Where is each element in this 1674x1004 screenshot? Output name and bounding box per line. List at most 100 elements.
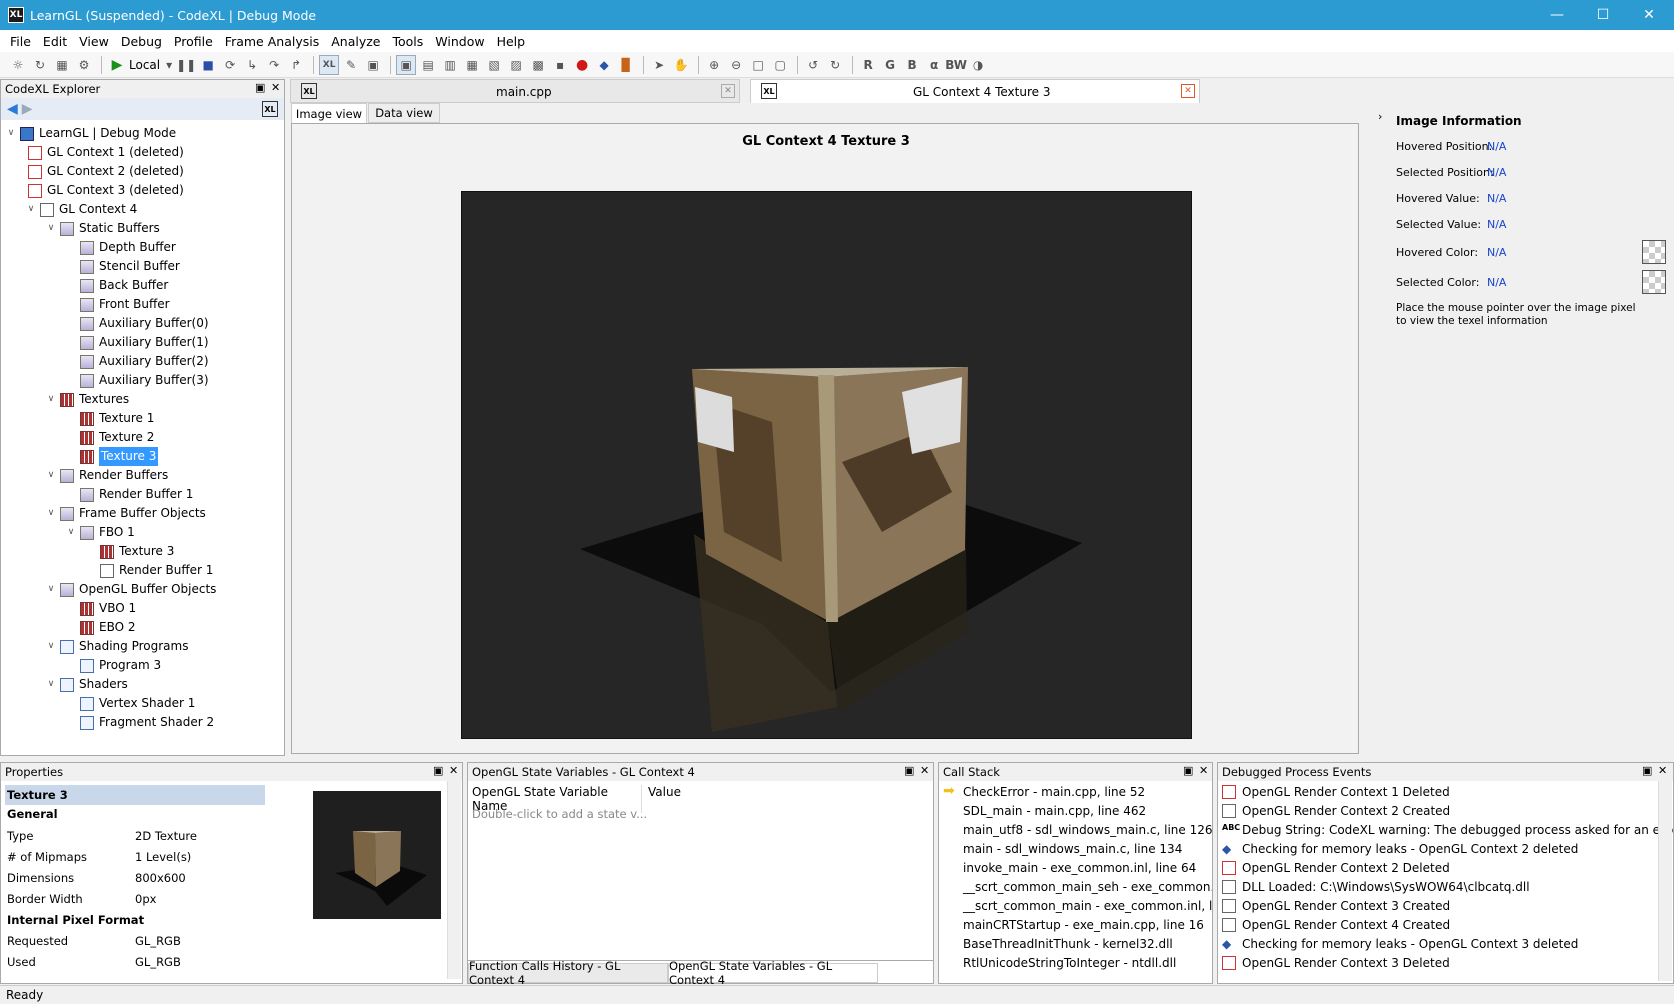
undock-icon[interactable]: ▣ (433, 764, 443, 777)
stack-frame[interactable]: mainCRTStartup - exe_main.cpp, line 16 (963, 918, 1204, 932)
fit-icon[interactable]: □ (748, 55, 768, 75)
view-icon-3[interactable]: ▥ (440, 55, 460, 75)
tree-node-textures[interactable]: ∨ Textures (45, 390, 129, 409)
tree-node-vertex-shader-1[interactable]: Vertex Shader 1 (77, 694, 195, 713)
tab-opengl-state-variables[interactable]: OpenGL State Variables - GL Context 4 (668, 959, 878, 987)
event-row[interactable]: ◆ Checking for memory leaks - OpenGL Cont… (1222, 937, 1578, 951)
stack-frame[interactable]: CheckError - main.cpp, line 52 (963, 785, 1145, 799)
menu-analyze[interactable]: Analyze (325, 34, 386, 49)
maximize-button[interactable]: ☐ (1580, 0, 1626, 30)
save-icon[interactable]: ▦ (52, 55, 72, 75)
tree-node-stencil-buffer[interactable]: Stencil Buffer (77, 257, 180, 276)
events-close-icon[interactable]: ✕ (1658, 764, 1667, 777)
tree-node-aux-buffer-0[interactable]: Auxiliary Buffer(0) (77, 314, 209, 333)
view-icon-8[interactable]: ▪ (550, 55, 570, 75)
view-icon-5[interactable]: ▧ (484, 55, 504, 75)
collapse-arrow-icon[interactable]: ∨ (45, 390, 57, 409)
column-header-value[interactable]: Value (642, 785, 681, 799)
refresh-icon[interactable]: ↻ (30, 55, 50, 75)
actual-size-icon[interactable]: ▢ (770, 55, 790, 75)
xl-home-icon[interactable]: XL (262, 101, 278, 117)
minimize-button[interactable]: — (1534, 0, 1580, 30)
event-row[interactable]: OpenGL Render Context 3 Created (1222, 899, 1450, 913)
tree-node-texture-1[interactable]: Texture 1 (77, 409, 154, 428)
events-scrollbar[interactable] (1658, 781, 1672, 981)
menu-profile[interactable]: Profile (168, 34, 219, 49)
tree-node-buffer-objects[interactable]: ∨ OpenGL Buffer Objects (45, 580, 216, 599)
xl-mode-icon[interactable]: XL (319, 54, 340, 75)
state-variable-placeholder[interactable]: Double-click to add a state v... (472, 807, 647, 821)
forward-arrow-icon[interactable]: ▶ (22, 101, 33, 117)
channel-blue-icon[interactable]: B (902, 55, 922, 75)
view-icon-4[interactable]: ▦ (462, 55, 482, 75)
tree-node-shaders[interactable]: ∨ Shaders (45, 675, 128, 694)
collapse-arrow-icon[interactable]: ∨ (45, 219, 57, 238)
explorer-close-icon[interactable]: ✕ (271, 81, 280, 94)
stack-frame[interactable]: invoke_main - exe_common.inl, line 64 (963, 861, 1196, 875)
tree-node-fbos[interactable]: ∨ Frame Buffer Objects (45, 504, 206, 523)
properties-close-icon[interactable]: ✕ (449, 764, 458, 777)
tree-node-gl-context-3[interactable]: GL Context 3 (deleted) (25, 181, 184, 200)
run-target-label[interactable]: Local (129, 58, 160, 72)
tab-main-cpp[interactable]: XL main.cpp ✕ (290, 79, 740, 103)
tree-node-aux-buffer-2[interactable]: Auxiliary Buffer(2) (77, 352, 209, 371)
channel-red-icon[interactable]: R (858, 55, 878, 75)
tree-node-render-buffers[interactable]: ∨ Render Buffers (45, 466, 168, 485)
event-row[interactable]: OpenGL Render Context 4 Created (1222, 918, 1450, 932)
tree-node-fragment-shader-2[interactable]: Fragment Shader 2 (77, 713, 214, 732)
tree-node-aux-buffer-1[interactable]: Auxiliary Buffer(1) (77, 333, 209, 352)
tree-node-shading-programs[interactable]: ∨ Shading Programs (45, 637, 188, 656)
event-row[interactable]: ABC Debug String: CodeXL warning: The deb… (1222, 823, 1673, 837)
tree-node-texture-3[interactable]: Texture 3 (77, 447, 159, 466)
collapse-arrow-icon[interactable]: ∨ (45, 675, 57, 694)
view-icon-2[interactable]: ▤ (418, 55, 438, 75)
event-row[interactable]: OpenGL Render Context 1 Deleted (1222, 785, 1450, 799)
call-stack-close-icon[interactable]: ✕ (1199, 764, 1208, 777)
collapse-arrow-icon[interactable]: ∨ (45, 466, 57, 485)
undock-icon[interactable]: ▣ (255, 81, 265, 94)
pan-hand-icon[interactable]: ✋ (671, 55, 691, 75)
menu-edit[interactable]: Edit (37, 34, 73, 49)
stack-frame[interactable]: BaseThreadInitThunk - kernel32.dll (963, 937, 1173, 951)
rotate-right-icon[interactable]: ↻ (825, 55, 845, 75)
record-icon[interactable]: ● (572, 55, 592, 75)
step-into-icon[interactable]: ↳ (242, 55, 262, 75)
tree-node-gl-context-2[interactable]: GL Context 2 (deleted) (25, 162, 184, 181)
event-row[interactable]: OpenGL Render Context 3 Deleted (1222, 956, 1450, 970)
tree-node-fbo-1[interactable]: ∨ FBO 1 (65, 523, 135, 542)
tree-node-program-3[interactable]: Program 3 (77, 656, 161, 675)
chart-icon[interactable]: ▉ (616, 55, 636, 75)
tab-gl-context-4-texture-3[interactable]: XL GL Context 4 Texture 3 ✕ (750, 79, 1200, 103)
breakpoints-icon[interactable]: ✎ (341, 55, 361, 75)
settings-icon[interactable]: ⚙ (74, 55, 94, 75)
menu-help[interactable]: Help (491, 34, 532, 49)
tree-node-aux-buffer-3[interactable]: Auxiliary Buffer(3) (77, 371, 209, 390)
tree-node-fbo-texture-3[interactable]: Texture 3 (97, 542, 174, 561)
menu-file[interactable]: File (4, 34, 37, 49)
grayscale-icon[interactable]: BW (945, 55, 967, 75)
step-out-icon[interactable]: ↱ (286, 55, 306, 75)
close-button[interactable]: ✕ (1626, 0, 1672, 30)
memory-icon[interactable]: ▣ (363, 55, 383, 75)
view-icon-1[interactable]: ▣ (396, 54, 417, 75)
stack-frame[interactable]: __scrt_common_main - exe_common.inl, lin… (963, 899, 1212, 913)
event-row[interactable]: OpenGL Render Context 2 Created (1222, 804, 1450, 818)
event-row[interactable]: OpenGL Render Context 2 Deleted (1222, 861, 1450, 875)
collapse-arrow-icon[interactable]: ∨ (45, 580, 57, 599)
view-icon-7[interactable]: ▩ (528, 55, 548, 75)
event-row[interactable]: ◆ Checking for memory leaks - OpenGL Cont… (1222, 842, 1578, 856)
menu-window[interactable]: Window (429, 34, 490, 49)
mode-icon[interactable]: ☼ (8, 55, 28, 75)
stack-frame[interactable]: SDL_main - main.cpp, line 462 (963, 804, 1146, 818)
back-arrow-icon[interactable]: ◀ (7, 101, 18, 117)
tree-node-ebo-2[interactable]: EBO 2 (77, 618, 136, 637)
texture-image[interactable] (461, 191, 1192, 739)
chevron-down-icon[interactable]: ▾ (164, 55, 174, 75)
collapse-arrow-icon[interactable]: ∨ (25, 200, 37, 219)
undock-icon[interactable]: ▣ (904, 764, 914, 777)
tab-function-calls-history[interactable]: Function Calls History - GL Context 4 (468, 959, 668, 987)
tab-close-icon[interactable]: ✕ (1181, 84, 1195, 98)
invert-icon[interactable]: ◑ (968, 55, 988, 75)
pause-icon[interactable]: ❚❚ (176, 55, 196, 75)
undock-icon[interactable]: ▣ (1183, 764, 1193, 777)
